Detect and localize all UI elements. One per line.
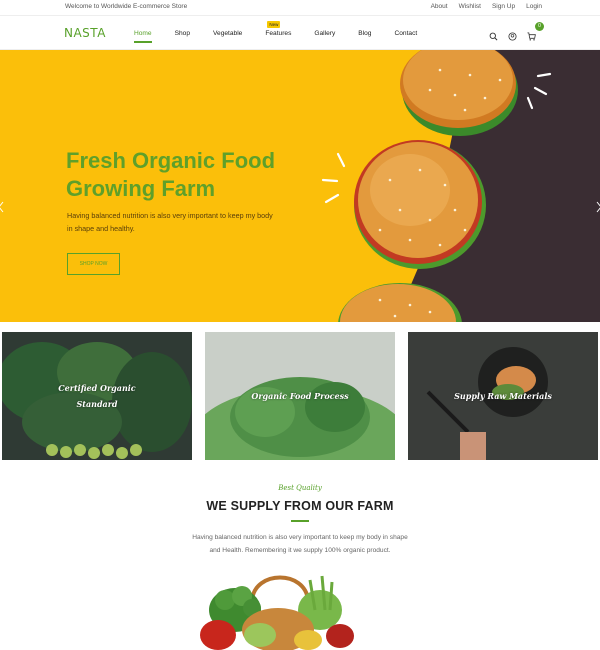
- login-link[interactable]: Login: [526, 3, 542, 10]
- cart-icon[interactable]: [527, 28, 536, 41]
- nav-features[interactable]: New Features: [265, 21, 292, 37]
- nav-gallery[interactable]: Gallery: [314, 30, 335, 37]
- main-header: NASTA Home Shop Vegetable New Features G…: [0, 16, 600, 50]
- card-label: Organic Food Process: [251, 391, 349, 401]
- card-label: Supply Raw Materials: [454, 391, 552, 401]
- category-cards: Certified Organic Standard Organic Food …: [0, 332, 600, 460]
- hero-description-line1: Having balanced nutrition is also very i…: [67, 211, 273, 220]
- shop-now-button[interactable]: SHOP NOW: [67, 253, 120, 275]
- hero-title: Fresh Organic Food Growing Farm: [66, 147, 326, 203]
- chevron-left-icon[interactable]: [0, 200, 4, 213]
- category-card-certified-organic[interactable]: Certified Organic Standard: [2, 332, 192, 460]
- vegetable-basket-image: [200, 575, 354, 650]
- main-nav: Home Shop Vegetable New Features Gallery…: [134, 21, 440, 43]
- hero-banner: Fresh Organic Food Growing Farm Having b…: [0, 50, 600, 322]
- user-icon[interactable]: [508, 28, 517, 41]
- category-card-organic-process[interactable]: Organic Food Process: [205, 332, 395, 460]
- section-divider: [291, 520, 309, 522]
- nav-blog[interactable]: Blog: [358, 30, 371, 37]
- section-description: Having balanced nutrition is also very i…: [175, 532, 425, 557]
- header-icons: [489, 28, 536, 41]
- section-title: WE SUPPLY FROM OUR FARM: [206, 499, 394, 513]
- hero-title-line1: Fresh Organic Food: [66, 148, 276, 173]
- top-links: About Wishlist Sign Up Login: [431, 3, 542, 10]
- hero-description: Having balanced nutrition is also very i…: [67, 209, 302, 235]
- nav-features-label: Features: [265, 30, 292, 37]
- wishlist-link[interactable]: Wishlist: [459, 3, 481, 10]
- card-label-line1: Certified Organic: [58, 383, 136, 393]
- hero-title-line2: Growing Farm: [66, 176, 216, 201]
- card-label-line2: Standard: [76, 399, 118, 409]
- about-link[interactable]: About: [431, 3, 448, 10]
- nav-home[interactable]: Home: [134, 30, 152, 43]
- search-icon[interactable]: [489, 28, 498, 41]
- category-card-raw-materials[interactable]: Supply Raw Materials: [408, 332, 598, 460]
- welcome-text: Welcome to Worldwide E-commerce Store: [65, 3, 188, 10]
- section-kicker: Best Quality: [278, 484, 322, 492]
- logo[interactable]: NASTA: [64, 26, 106, 40]
- chevron-right-icon[interactable]: [596, 200, 600, 213]
- hero-description-line2: in shape and healthy.: [67, 224, 135, 233]
- top-bar: Welcome to Worldwide E-commerce Store Ab…: [0, 0, 600, 16]
- nav-shop[interactable]: Shop: [175, 30, 190, 37]
- signup-link[interactable]: Sign Up: [492, 3, 515, 10]
- cart-count-badge: 0: [535, 22, 544, 31]
- section-description-line1: Having balanced nutrition is also very i…: [192, 534, 408, 541]
- section-description-line2: and Health. Remembering it we supply 100…: [209, 546, 391, 554]
- nav-contact[interactable]: Contact: [394, 30, 417, 37]
- nav-vegetable[interactable]: Vegetable: [213, 30, 242, 37]
- card-label: Certified Organic Standard: [2, 380, 192, 412]
- new-badge: New: [267, 21, 281, 28]
